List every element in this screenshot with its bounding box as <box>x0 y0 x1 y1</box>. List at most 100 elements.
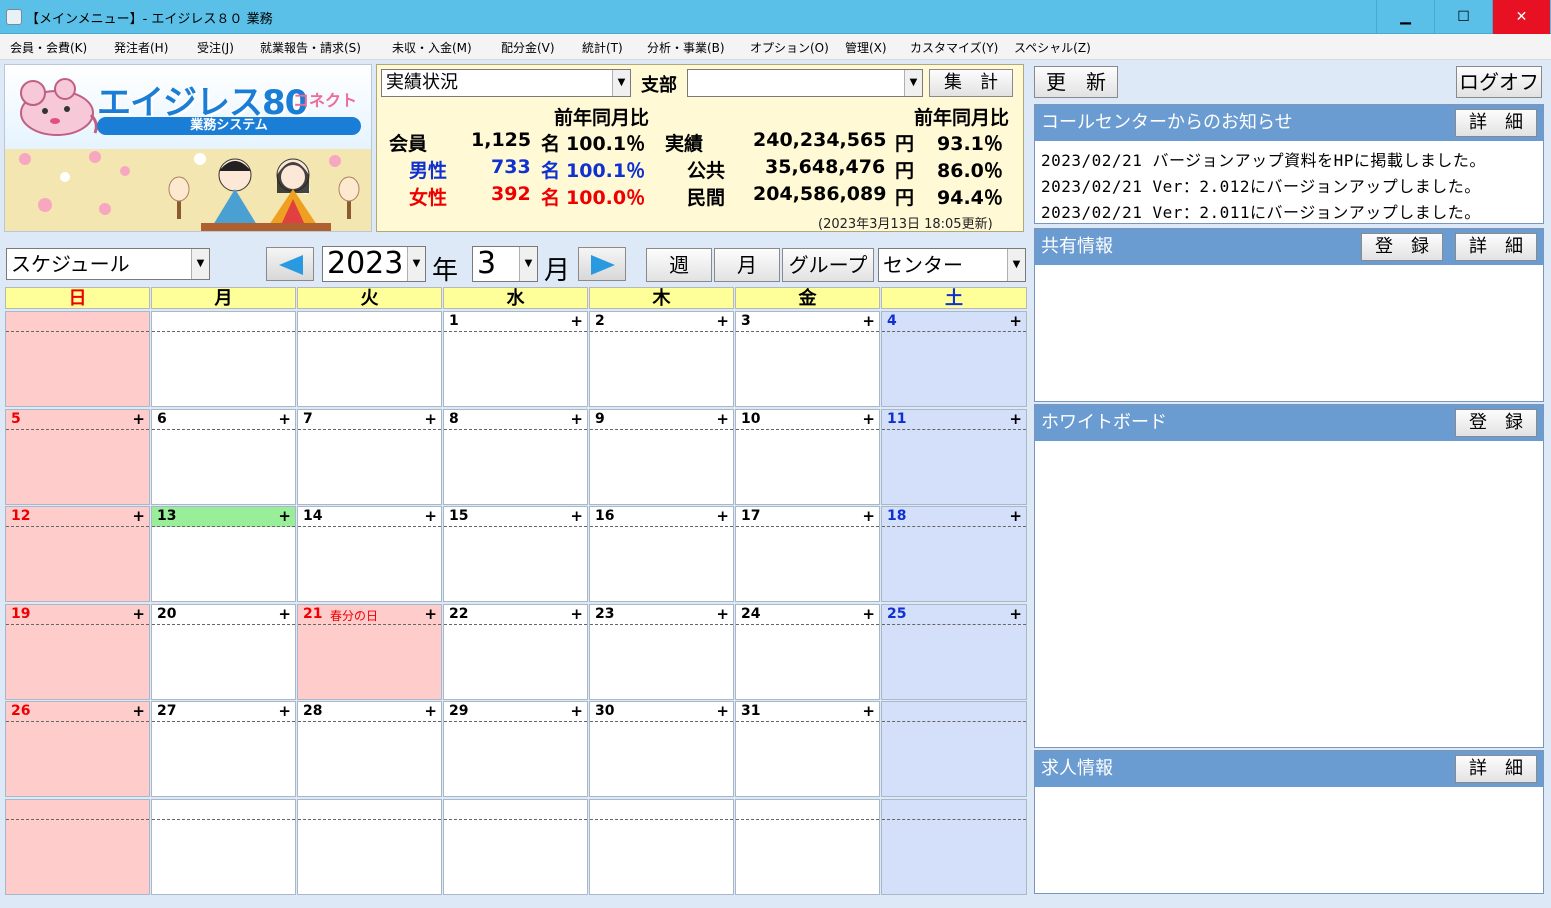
add-schedule-button[interactable]: + <box>716 410 729 428</box>
add-schedule-button[interactable]: + <box>716 702 729 720</box>
calendar-day-cell[interactable] <box>151 799 296 895</box>
add-schedule-button[interactable]: + <box>862 410 875 428</box>
add-schedule-button[interactable]: + <box>424 605 437 623</box>
add-schedule-button[interactable]: + <box>570 507 583 525</box>
calendar-day-cell[interactable] <box>735 799 880 895</box>
calendar-day-cell[interactable]: 9 + <box>589 409 734 505</box>
add-schedule-button[interactable]: + <box>862 507 875 525</box>
chevron-down-icon[interactable]: ▼ <box>1007 249 1025 281</box>
add-schedule-button[interactable]: + <box>278 702 291 720</box>
calendar-day-cell[interactable]: 29 + <box>443 701 588 797</box>
calendar-day-cell[interactable]: 23 + <box>589 604 734 700</box>
group-view-button[interactable]: グループ <box>782 248 874 282</box>
calendar-day-cell[interactable]: 6 + <box>151 409 296 505</box>
calendar-day-cell[interactable]: 4 + <box>881 311 1027 407</box>
view-mode-select[interactable]: スケジュール ▼ <box>6 248 210 280</box>
add-schedule-button[interactable]: + <box>424 702 437 720</box>
add-schedule-button[interactable]: + <box>570 410 583 428</box>
calendar-day-cell[interactable]: 27 + <box>151 701 296 797</box>
add-schedule-button[interactable]: + <box>132 507 145 525</box>
month-select[interactable]: 3 ▼ <box>472 246 538 282</box>
tally-button[interactable]: 集 計 <box>929 69 1013 97</box>
menu-customize[interactable]: カスタマイズ(Y) <box>910 39 998 56</box>
month-view-button[interactable]: 月 <box>714 248 780 282</box>
calendar-day-cell[interactable] <box>5 311 150 407</box>
add-schedule-button[interactable]: + <box>278 507 291 525</box>
add-schedule-button[interactable]: + <box>862 605 875 623</box>
add-schedule-button[interactable]: + <box>1009 312 1022 330</box>
calendar-day-cell[interactable]: 25 + <box>881 604 1027 700</box>
chevron-down-icon[interactable]: ▼ <box>904 70 922 96</box>
menu-special[interactable]: スペシャル(Z) <box>1014 39 1091 56</box>
calendar-day-cell[interactable]: 11 + <box>881 409 1027 505</box>
notice-item[interactable]: 2023/02/21 Ver：2.012にバージョンアップしました。 <box>1041 173 1481 197</box>
calendar-day-cell[interactable]: 26 + <box>5 701 150 797</box>
add-schedule-button[interactable]: + <box>716 605 729 623</box>
calendar-day-cell[interactable] <box>443 799 588 895</box>
calendar-day-cell[interactable]: 24 + <box>735 604 880 700</box>
chevron-down-icon[interactable]: ▼ <box>612 70 630 96</box>
calendar-day-cell[interactable]: 1 + <box>443 311 588 407</box>
calendar-day-cell[interactable]: 18 + <box>881 506 1027 602</box>
add-schedule-button[interactable]: + <box>570 702 583 720</box>
calendar-day-cell[interactable] <box>297 799 442 895</box>
year-select[interactable]: 2023 ▼ <box>322 246 426 282</box>
calendar-day-cell[interactable]: 10 + <box>735 409 880 505</box>
callcenter-detail-button[interactable]: 詳 細 <box>1455 109 1537 137</box>
calendar-day-cell[interactable]: 30 + <box>589 701 734 797</box>
chevron-down-icon[interactable]: ▼ <box>519 247 537 281</box>
menu-orders[interactable]: 受注(J) <box>197 39 234 56</box>
add-schedule-button[interactable]: + <box>716 312 729 330</box>
chevron-down-icon[interactable]: ▼ <box>407 247 425 281</box>
shared-register-button[interactable]: 登 録 <box>1361 233 1443 261</box>
menu-options[interactable]: オプション(O) <box>750 39 829 56</box>
close-button[interactable]: ✕ <box>1492 0 1550 34</box>
calendar-day-cell[interactable] <box>589 799 734 895</box>
add-schedule-button[interactable]: + <box>278 410 291 428</box>
add-schedule-button[interactable]: + <box>424 410 437 428</box>
chevron-down-icon[interactable]: ▼ <box>191 249 209 279</box>
prev-month-button[interactable] <box>266 247 314 281</box>
notice-item[interactable]: 2023/02/21 Ver：2.011にバージョンアップしました。 <box>1041 199 1481 223</box>
calendar-day-cell[interactable]: 28 + <box>297 701 442 797</box>
calendar-day-cell[interactable] <box>881 799 1027 895</box>
calendar-day-cell[interactable]: 2 + <box>589 311 734 407</box>
menu-analysis[interactable]: 分析・事業(B) <box>647 39 725 56</box>
add-schedule-button[interactable]: + <box>862 312 875 330</box>
add-schedule-button[interactable]: + <box>1009 507 1022 525</box>
calendar-day-cell[interactable]: 15 + <box>443 506 588 602</box>
add-schedule-button[interactable]: + <box>716 507 729 525</box>
calendar-day-cell[interactable]: 16 + <box>589 506 734 602</box>
menu-orderer[interactable]: 発注者(H) <box>114 39 168 56</box>
calendar-day-cell[interactable]: 5 + <box>5 409 150 505</box>
add-schedule-button[interactable]: + <box>132 605 145 623</box>
center-select[interactable]: センター ▼ <box>878 248 1026 282</box>
stats-view-select[interactable]: 実績状況 ▼ <box>381 69 631 97</box>
minimize-button[interactable]: ▁ <box>1376 0 1434 34</box>
add-schedule-button[interactable]: + <box>570 312 583 330</box>
add-schedule-button[interactable]: + <box>1009 605 1022 623</box>
calendar-day-cell[interactable]: 8 + <box>443 409 588 505</box>
calendar-day-cell[interactable]: 19 + <box>5 604 150 700</box>
calendar-day-cell[interactable]: 7 + <box>297 409 442 505</box>
add-schedule-button[interactable]: + <box>132 702 145 720</box>
menu-members[interactable]: 会員・会費(K) <box>10 39 87 56</box>
week-view-button[interactable]: 週 <box>646 248 712 282</box>
calendar-day-cell[interactable]: 17 + <box>735 506 880 602</box>
calendar-day-cell[interactable]: 21 春分の日 + <box>297 604 442 700</box>
calendar-day-cell[interactable]: 22 + <box>443 604 588 700</box>
add-schedule-button[interactable]: + <box>132 410 145 428</box>
calendar-day-cell[interactable] <box>5 799 150 895</box>
app-icon[interactable] <box>6 9 22 25</box>
add-schedule-button[interactable]: + <box>862 702 875 720</box>
branch-select[interactable]: ▼ <box>687 69 923 97</box>
calendar-day-cell[interactable] <box>881 701 1027 797</box>
add-schedule-button[interactable]: + <box>278 605 291 623</box>
add-schedule-button[interactable]: + <box>1009 410 1022 428</box>
calendar-day-cell[interactable]: 12 + <box>5 506 150 602</box>
calendar-day-cell[interactable] <box>151 311 296 407</box>
calendar-day-cell[interactable]: 20 + <box>151 604 296 700</box>
menu-distribution[interactable]: 配分金(V) <box>501 39 555 56</box>
job-detail-button[interactable]: 詳 細 <box>1455 755 1537 783</box>
calendar-day-cell[interactable] <box>297 311 442 407</box>
